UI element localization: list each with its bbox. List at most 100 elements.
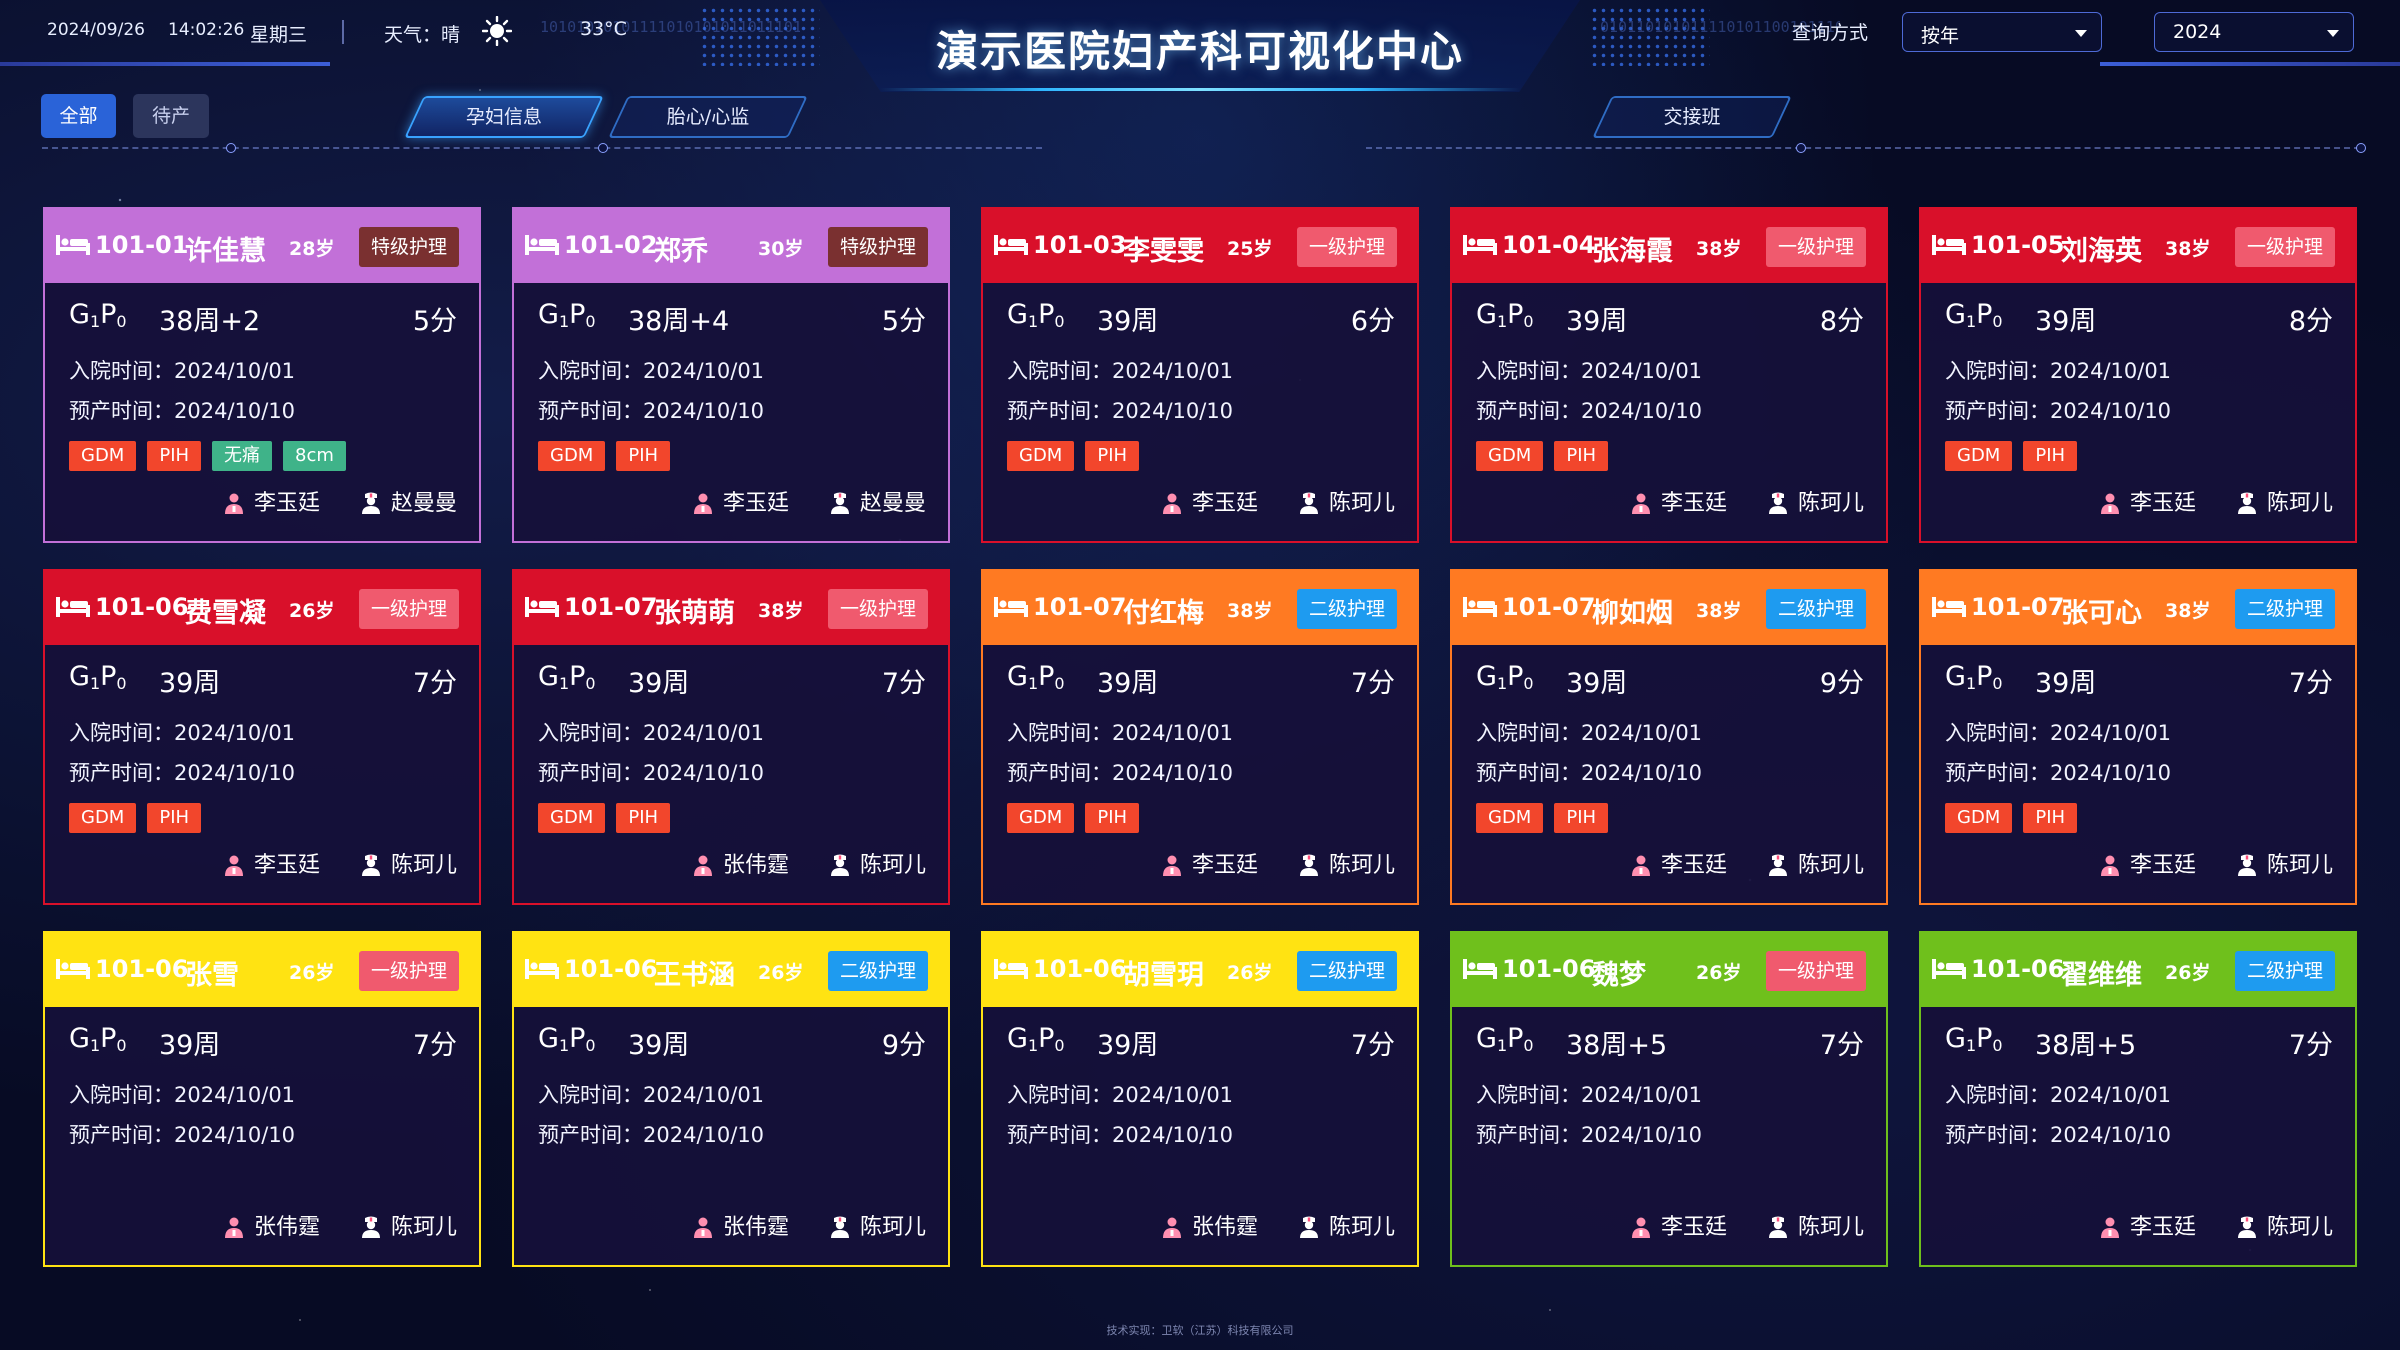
doctor-icon bbox=[1631, 855, 1650, 876]
patient-card[interactable]: 101-04 张海霞 38岁 一级护理 G1P0 39周 8分 入院时间：202… bbox=[1450, 207, 1888, 543]
card-header: 101-06 王书涵 26岁 二级护理 bbox=[514, 933, 948, 1007]
gravida-para: G1P0 bbox=[1945, 661, 2003, 693]
care-staff: 张伟霆 陈珂儿 bbox=[659, 1209, 926, 1241]
patient-name: 张雪 bbox=[185, 960, 239, 991]
nurse-icon bbox=[1768, 854, 1787, 876]
card-header: 101-07 张可心 38岁 二级护理 bbox=[1921, 571, 2355, 645]
care-staff: 李玉廷 陈珂儿 bbox=[1128, 847, 1395, 879]
tab-shift-handover-label: 交接班 bbox=[1663, 106, 1721, 128]
condition-tag: GDM bbox=[1476, 441, 1544, 471]
year-select[interactable]: 2024 bbox=[2154, 12, 2354, 52]
patient-card[interactable]: 101-06 王书涵 26岁 二级护理 G1P0 39周 9分 入院时间：202… bbox=[512, 931, 950, 1267]
due-date-row: 预产时间：2024/10/10 bbox=[538, 399, 765, 423]
gestational-weeks: 39周 bbox=[159, 668, 221, 699]
patient-age: 38岁 bbox=[2165, 238, 2211, 260]
nurse-name: 陈珂儿 bbox=[390, 853, 457, 878]
patient-age: 26岁 bbox=[289, 600, 335, 622]
due-date: 2024/10/10 bbox=[1112, 1123, 1234, 1147]
nurse-icon bbox=[1768, 492, 1787, 514]
doctor-icon bbox=[224, 1217, 243, 1238]
nurse-name: 陈珂儿 bbox=[1797, 491, 1864, 516]
admission-date-row: 入院时间：2024/10/01 bbox=[538, 359, 765, 383]
room-number: 101-07 bbox=[564, 593, 658, 621]
card-header: 101-06 胡雪玥 26岁 二级护理 bbox=[983, 933, 1417, 1007]
patient-card[interactable]: 101-06 翟维维 26岁 二级护理 G1P0 38周+5 7分 入院时间：2… bbox=[1919, 931, 2357, 1267]
patient-card[interactable]: 101-06 魏梦 26岁 一级护理 G1P0 38周+5 7分 入院时间：20… bbox=[1450, 931, 1888, 1267]
care-staff: 李玉廷 陈珂儿 bbox=[1597, 847, 1864, 879]
condition-tag: PIH bbox=[147, 441, 202, 471]
patient-card[interactable]: 101-02 郑乔 30岁 特级护理 G1P0 38周+4 5分 入院时间：20… bbox=[512, 207, 950, 543]
patient-card[interactable]: 101-03 李雯雯 25岁 一级护理 G1P0 39周 6分 入院时间：202… bbox=[981, 207, 1419, 543]
doctor-icon bbox=[1162, 855, 1181, 876]
divider-right bbox=[1366, 147, 2360, 149]
doctor: 李玉廷 bbox=[224, 485, 320, 517]
nurse-icon bbox=[830, 1216, 849, 1238]
patient-card[interactable]: 101-01 许佳慧 28岁 特级护理 G1P0 38周+2 5分 入院时间：2… bbox=[43, 207, 481, 543]
doctor-icon bbox=[1631, 1217, 1650, 1238]
room-number: 101-06 bbox=[1971, 955, 2065, 983]
patient-card[interactable]: 101-07 张萌萌 38岁 一级护理 G1P0 39周 7分 入院时间：202… bbox=[512, 569, 950, 905]
care-staff: 李玉廷 陈珂儿 bbox=[2066, 847, 2333, 879]
due-date: 2024/10/10 bbox=[2050, 399, 2172, 423]
nurse-icon bbox=[830, 854, 849, 876]
patient-card[interactable]: 101-05 刘海英 38岁 一级护理 G1P0 39周 8分 入院时间：202… bbox=[1919, 207, 2357, 543]
nurse-name: 陈珂儿 bbox=[1328, 491, 1395, 516]
patient-name: 张萌萌 bbox=[654, 598, 735, 629]
nursing-level-badge: 一级护理 bbox=[2235, 227, 2335, 267]
doctor-icon bbox=[2100, 1217, 2119, 1238]
bed-icon bbox=[56, 235, 90, 255]
admission-date-row: 入院时间：2024/10/01 bbox=[69, 721, 296, 745]
nursing-level-badge: 特级护理 bbox=[359, 227, 459, 267]
due-date: 2024/10/10 bbox=[174, 761, 296, 785]
condition-tag: GDM bbox=[538, 441, 606, 471]
condition-tag: PIH bbox=[616, 803, 671, 833]
patient-card[interactable]: 101-07 付红梅 38岁 二级护理 G1P0 39周 7分 入院时间：202… bbox=[981, 569, 1419, 905]
patient-card[interactable]: 101-06 胡雪玥 26岁 二级护理 G1P0 39周 7分 入院时间：202… bbox=[981, 931, 1419, 1267]
gravida-para: G1P0 bbox=[1007, 1023, 1065, 1055]
admission-date: 2024/10/01 bbox=[2050, 721, 2172, 745]
gestational-weeks: 39周 bbox=[1566, 668, 1628, 699]
admission-date-row: 入院时间：2024/10/01 bbox=[1945, 359, 2172, 383]
room-number: 101-04 bbox=[1502, 231, 1596, 259]
patient-card[interactable]: 101-07 张可心 38岁 二级护理 G1P0 39周 7分 入院时间：202… bbox=[1919, 569, 2357, 905]
admission-date-row: 入院时间：2024/10/01 bbox=[69, 359, 296, 383]
gravida-para: G1P0 bbox=[1476, 299, 1534, 331]
tab-patient-info[interactable]: 孕妇信息 bbox=[404, 96, 604, 138]
admission-date: 2024/10/01 bbox=[1581, 359, 1703, 383]
admission-date-row: 入院时间：2024/10/01 bbox=[1007, 1083, 1234, 1107]
gestational-weeks: 39周 bbox=[2035, 306, 2097, 337]
filter-in-labor-button[interactable]: 待产 bbox=[133, 94, 209, 138]
patient-card[interactable]: 101-06 张雪 26岁 一级护理 G1P0 39周 7分 入院时间：2024… bbox=[43, 931, 481, 1267]
card-header: 101-01 许佳慧 28岁 特级护理 bbox=[45, 209, 479, 283]
care-staff: 张伟霆 陈珂儿 bbox=[1128, 1209, 1395, 1241]
admission-date: 2024/10/01 bbox=[174, 1083, 296, 1107]
patient-age: 26岁 bbox=[2165, 962, 2211, 984]
admission-date-row: 入院时间：2024/10/01 bbox=[1945, 721, 2172, 745]
tab-fetal-heart[interactable]: 胎心/心监 bbox=[608, 96, 808, 138]
patient-card[interactable]: 101-06 费雪凝 26岁 一级护理 G1P0 39周 7分 入院时间：202… bbox=[43, 569, 481, 905]
filter-all-button[interactable]: 全部 bbox=[41, 94, 116, 138]
gestational-weeks: 39周 bbox=[1097, 668, 1159, 699]
query-mode-select[interactable]: 按年 bbox=[1902, 12, 2102, 52]
bed-icon bbox=[525, 597, 559, 617]
due-date: 2024/10/10 bbox=[174, 1123, 296, 1147]
doctor: 李玉廷 bbox=[1631, 847, 1727, 879]
tab-fetal-heart-label: 胎心/心监 bbox=[666, 106, 750, 128]
due-date-row: 预产时间：2024/10/10 bbox=[1007, 761, 1234, 785]
admission-date-row: 入院时间：2024/10/01 bbox=[538, 1083, 765, 1107]
patient-card[interactable]: 101-07 柳如烟 38岁 二级护理 G1P0 39周 9分 入院时间：202… bbox=[1450, 569, 1888, 905]
card-header: 101-02 郑乔 30岁 特级护理 bbox=[514, 209, 948, 283]
doctor-name: 张伟霆 bbox=[253, 1215, 320, 1240]
doctor: 李玉廷 bbox=[1162, 485, 1258, 517]
admission-date-row: 入院时间：2024/10/01 bbox=[1007, 359, 1234, 383]
doctor-icon bbox=[693, 493, 712, 514]
bed-icon bbox=[56, 597, 90, 617]
tab-shift-handover[interactable]: 交接班 bbox=[1592, 96, 1792, 138]
nurse-name: 陈珂儿 bbox=[390, 1215, 457, 1240]
risk-score: 8分 bbox=[1819, 306, 1864, 337]
patient-age: 26岁 bbox=[1696, 962, 1742, 984]
doctor: 张伟霆 bbox=[1162, 1209, 1258, 1241]
doctor-name: 张伟霆 bbox=[722, 853, 789, 878]
nurse-name: 陈珂儿 bbox=[1328, 1215, 1395, 1240]
weekday-text: 星期三 bbox=[250, 24, 308, 46]
